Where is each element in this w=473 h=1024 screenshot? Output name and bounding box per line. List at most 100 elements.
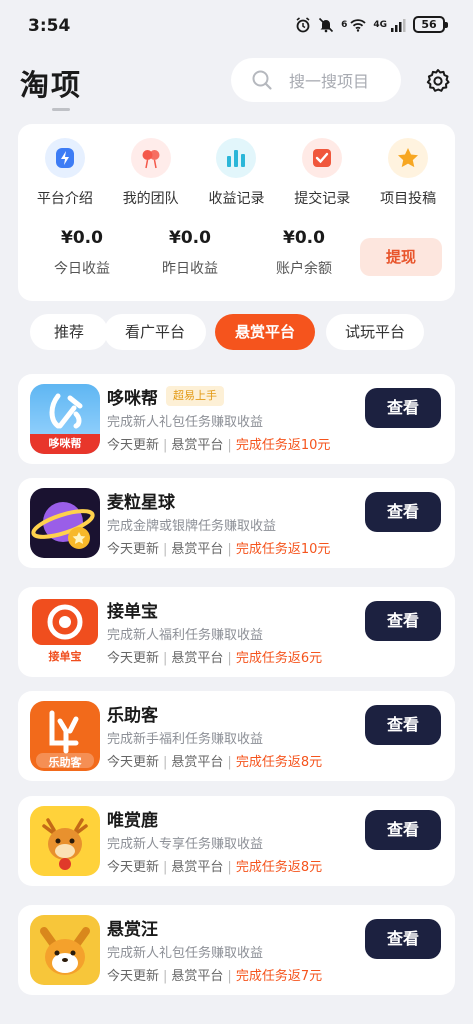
earnings-label: 今日收益 [54,261,110,277]
quick-action-label: 收益记录 [208,191,265,207]
earnings-value: ¥0.0 [61,228,103,248]
logo-text: 乐助客 [48,756,82,769]
status-icons: 6 4G 56 [295,16,448,33]
status-time: 3:54 [28,16,71,36]
signal-icon [390,17,406,33]
item-description: 完成金牌或银牌任务赚取收益 [107,519,277,534]
view-button[interactable]: 查看 [365,492,441,532]
lightning-icon [44,138,85,178]
quick-action-label: 平台介绍 [36,191,93,207]
submit-icon [302,138,343,178]
quick-action-my-team[interactable]: 我的团队 [111,138,191,218]
meta-separator: | [163,860,168,875]
quick-action-label: 提交记录 [294,191,351,207]
item-meta: 今天更新 | 悬赏平台 | 完成任务返8元 [107,856,322,875]
quick-action-platform-intro[interactable]: 平台介绍 [25,138,105,218]
view-button[interactable]: 查看 [365,705,441,745]
item-updated: 今天更新 [107,438,160,453]
item-platform: 悬赏平台 [171,860,224,875]
list-item[interactable]: 麦粒星球 完成金牌或银牌任务赚取收益 今天更新 | 悬赏平台 | 完成任务返10元 查看 [18,478,455,568]
item-description: 完成新人礼包任务赚取收益 [107,415,264,430]
item-reward: 完成任务返8元 [235,860,323,875]
meta-separator: | [163,969,168,984]
tab-ad-platform[interactable]: 看广平台 [104,314,206,350]
view-button[interactable]: 查看 [365,919,441,959]
tab-recommend[interactable]: 推荐 [30,314,108,350]
mute-icon [318,17,334,33]
settings-gear-icon[interactable] [424,67,452,95]
earnings-today: ¥0.0 今日收益 [32,228,132,278]
meta-separator: | [227,438,232,453]
item-description: 完成新人专享任务赚取收益 [107,837,264,852]
item-meta: 今天更新 | 悬赏平台 | 完成任务返10元 [107,434,330,453]
earnings-value: ¥0.0 [283,228,325,248]
earnings-yesterday: ¥0.0 昨日收益 [140,228,240,278]
view-button[interactable]: 查看 [365,601,441,641]
item-updated: 今天更新 [107,542,160,557]
list-item[interactable]: 哆咪帮 哆咪帮 超易上手 完成新人礼包任务赚取收益 今天更新 | 悬赏平台 | 完成任务… [18,374,455,464]
quick-action-submit-record[interactable]: 提交记录 [282,138,362,218]
category-tabs: 推荐 看广平台 悬赏平台 试玩平台 [18,314,455,352]
tab-trial-platform[interactable]: 试玩平台 [326,314,424,350]
item-reward: 完成任务返8元 [235,755,323,770]
network-type: 4G [373,19,387,30]
meta-separator: | [163,755,168,770]
quick-actions-row: 平台介绍 我的团队 收益记录 提交记录 项目投稿 [18,138,455,218]
title-underline [52,108,70,111]
item-meta: 今天更新 | 悬赏平台 | 完成任务返7元 [107,965,322,984]
item-updated: 今天更新 [107,755,160,770]
item-platform: 悬赏平台 [171,755,224,770]
alarm-icon [295,16,311,33]
view-button[interactable]: 查看 [365,388,441,428]
wifi-label: 6 [341,19,348,30]
item-reward: 完成任务返7元 [235,969,323,984]
item-updated: 今天更新 [107,651,160,666]
meta-separator: | [227,755,232,770]
quick-action-earnings-record[interactable]: 收益记录 [196,138,276,218]
item-name: 乐助客 [107,706,158,726]
page-title: 淘项 [20,68,83,102]
app-logo-xuanshangwang [30,915,100,985]
earnings-balance: ¥0.0 账户余额 [254,228,354,278]
tab-bounty-platform[interactable]: 悬赏平台 [215,314,315,350]
view-button[interactable]: 查看 [365,810,441,850]
list-item[interactable]: 接单宝 接单宝 完成新人福利任务赚取收益 今天更新 | 悬赏平台 | 完成任务返6元 查… [18,587,455,677]
item-platform: 悬赏平台 [171,542,224,557]
bar-chart-icon [216,138,257,178]
status-bar: 3:54 6 4G 56 [0,0,473,52]
list-item[interactable]: 唯赏鹿 完成新人专享任务赚取收益 今天更新 | 悬赏平台 | 完成任务返8元 查看 [18,796,455,886]
battery-indicator: 56 [413,16,448,33]
logo-text: 接单宝 [48,650,82,663]
item-meta: 今天更新 | 悬赏平台 | 完成任务返10元 [107,538,330,557]
item-platform: 悬赏平台 [171,651,224,666]
item-name: 哆咪帮 [107,389,158,409]
meta-separator: | [163,438,168,453]
list-item[interactable]: 乐助客 乐助客 完成新手福利任务赚取收益 今天更新 | 悬赏平台 | 完成任务返8元 查… [18,691,455,781]
quick-action-label: 我的团队 [122,191,179,207]
item-description: 完成新人福利任务赚取收益 [107,628,264,643]
meta-separator: | [227,969,232,984]
item-meta: 今天更新 | 悬赏平台 | 完成任务返8元 [107,751,322,770]
item-description: 完成新手福利任务赚取收益 [107,732,264,747]
quick-action-project-submit[interactable]: 项目投稿 [368,138,448,218]
item-reward: 完成任务返10元 [235,542,331,557]
search-placeholder: 搜一搜项目 [289,72,370,91]
app-logo-mailixingqiu [30,488,100,558]
item-name: 悬赏汪 [107,920,158,940]
earnings-value: ¥0.0 [169,228,211,248]
item-description: 完成新人礼包任务赚取收益 [107,946,264,961]
meta-separator: | [227,860,232,875]
earnings-label: 账户余额 [276,261,332,277]
item-name: 接单宝 [107,602,158,622]
meta-separator: | [227,542,232,557]
meta-separator: | [163,542,168,557]
meta-separator: | [163,651,168,666]
item-name: 唯赏鹿 [107,811,158,831]
item-platform: 悬赏平台 [171,438,224,453]
item-reward: 完成任务返10元 [235,438,331,453]
app-logo-jiedanbao: 接单宝 [30,597,100,667]
list-item[interactable]: 悬赏汪 完成新人礼包任务赚取收益 今天更新 | 悬赏平台 | 完成任务返7元 查看 [18,905,455,995]
withdraw-button[interactable]: 提现 [360,238,442,276]
search-input[interactable]: 搜一搜项目 [231,58,401,102]
item-badge: 超易上手 [166,386,224,406]
